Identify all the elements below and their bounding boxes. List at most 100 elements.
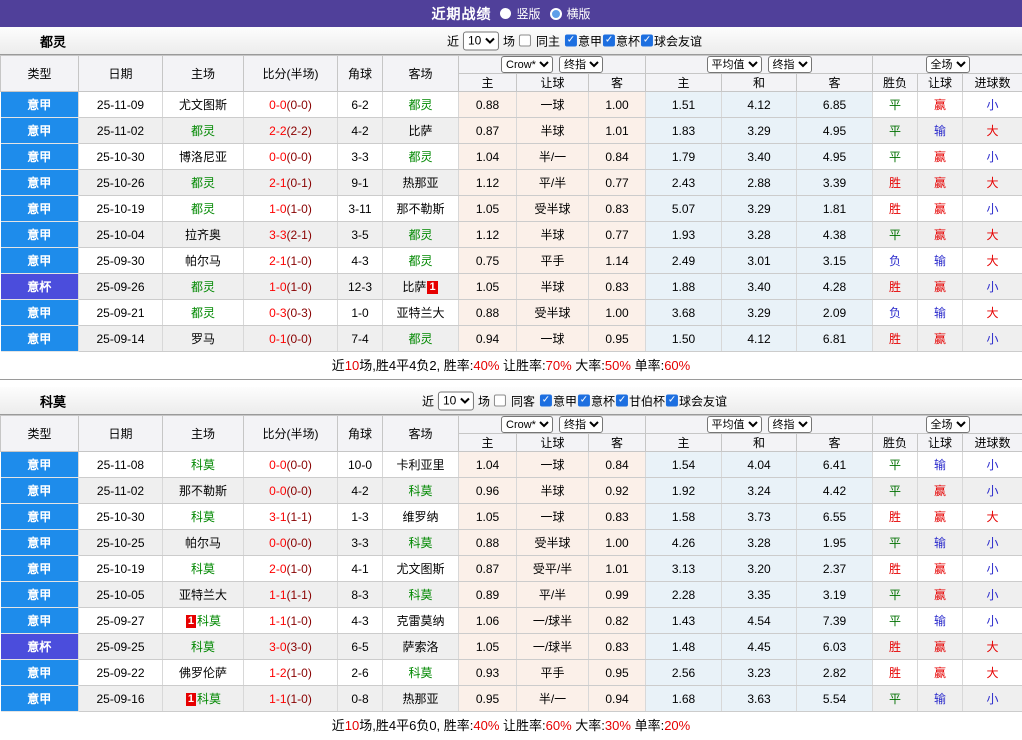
avg-home-cell: 1.51: [646, 92, 722, 118]
competition-checkbox[interactable]: ✓: [540, 395, 552, 407]
away-team-cell: 卡利亚里: [383, 452, 459, 478]
odds-home-cell: 1.12: [459, 170, 517, 196]
score-cell: 1-0(1-0): [244, 196, 338, 222]
avg-home-cell: 1.92: [646, 478, 722, 504]
corner-cell: 4-1: [338, 556, 383, 582]
avg-home-cell: 1.58: [646, 504, 722, 530]
halftime-score: (1-0): [287, 254, 312, 268]
odds-handicap-cell: 一/球半: [517, 634, 589, 660]
team-name-text: 亚特兰大: [179, 588, 227, 602]
odds-source-select[interactable]: Crow*: [501, 416, 553, 433]
match-count-select[interactable]: 10: [438, 391, 474, 410]
competition-label: 甘伯杯: [629, 392, 665, 409]
matches-table-1: 类型 日期 主场 比分(半场) 角球 客场 Crow*终指 平均值终指 全场 主…: [0, 55, 1022, 352]
avg-source-select[interactable]: 平均值: [707, 56, 762, 73]
competition-label: 球会友谊: [654, 32, 702, 49]
avg-final-select[interactable]: 终指: [768, 416, 812, 433]
match-row: 意甲25-10-05亚特兰大1-1(1-1)8-3科莫0.89平/半0.992.…: [1, 582, 1022, 608]
filter-bar: 近 10 场 同主 ✓意甲✓意杯✓球会友谊: [447, 31, 703, 50]
horizontal-view-radio[interactable]: [550, 8, 562, 20]
match-count-select[interactable]: 10: [463, 31, 499, 50]
corner-cell: 9-1: [338, 170, 383, 196]
odds-away-cell: 1.01: [589, 118, 646, 144]
corner-cell: 7-4: [338, 326, 383, 352]
vertical-view-label: 竖版: [516, 5, 540, 22]
team-name-text: 科莫: [191, 458, 215, 472]
score-cell: 3-0(3-0): [244, 634, 338, 660]
same-venue-label: 同主: [536, 32, 560, 49]
halftime-score: (1-1): [287, 588, 312, 602]
competition-checkbox[interactable]: ✓: [565, 35, 577, 47]
competition-type-cell: 意甲: [1, 222, 79, 248]
match-row: 意杯25-09-26都灵1-0(1-0)12-3比萨11.05半球0.831.8…: [1, 274, 1022, 300]
team-name-text: 卡利亚里: [396, 458, 444, 472]
competition-filters: ✓意甲✓意杯✓甘伯杯✓球会友谊: [540, 392, 728, 409]
score-cell: 0-0(0-0): [244, 530, 338, 556]
halftime-score: (1-0): [287, 280, 312, 294]
same-venue-checkbox[interactable]: [519, 35, 531, 47]
odds-handicap-cell: 受半球: [517, 530, 589, 556]
home-team-cell: 科莫: [163, 634, 244, 660]
same-venue-checkbox[interactable]: [494, 395, 506, 407]
odds-source-select[interactable]: Crow*: [501, 56, 553, 73]
odds-home-cell: 1.04: [459, 144, 517, 170]
vertical-view-radio[interactable]: [500, 8, 511, 19]
avg-draw-cell: 3.01: [722, 248, 797, 274]
away-team-cell: 那不勒斯: [383, 196, 459, 222]
result-goals-cell: 大: [963, 660, 1022, 686]
odds-handicap-cell: 平/半: [517, 582, 589, 608]
match-row: 意甲25-09-271科莫1-1(1-0)4-3克雷莫纳1.06一/球半0.82…: [1, 608, 1022, 634]
corner-cell: 0-8: [338, 686, 383, 712]
result-handicap-cell: 赢: [918, 274, 963, 300]
result-outcome-cell: 平: [873, 530, 918, 556]
odds-away-cell: 0.92: [589, 478, 646, 504]
avg-away-cell: 6.41: [797, 452, 873, 478]
odds-home-cell: 0.88: [459, 530, 517, 556]
fulltime-score: 0-0: [269, 98, 286, 112]
fulltime-score: 3-0: [269, 640, 286, 654]
fulltime-score: 3-3: [269, 228, 286, 242]
team-name-text: 都灵: [408, 98, 432, 112]
home-team-cell: 帕尔马: [163, 530, 244, 556]
match-row: 意甲25-10-25帕尔马0-0(0-0)3-3科莫0.88受半球1.004.2…: [1, 530, 1022, 556]
result-handicap-cell: 赢: [918, 92, 963, 118]
odds-handicap-cell: 受平/半: [517, 556, 589, 582]
away-team-cell: 都灵: [383, 326, 459, 352]
avg-final-select[interactable]: 终指: [768, 56, 812, 73]
competition-checkbox[interactable]: ✓: [603, 35, 615, 47]
result-handicap-cell: 赢: [918, 582, 963, 608]
odds-handicap-cell: 半/一: [517, 144, 589, 170]
scope-select[interactable]: 全场: [926, 56, 970, 73]
competition-checkbox[interactable]: ✓: [641, 35, 653, 47]
odds-handicap-cell: 一/球半: [517, 608, 589, 634]
home-team-cell: 都灵: [163, 274, 244, 300]
odds-away-cell: 0.83: [589, 274, 646, 300]
competition-checkbox[interactable]: ✓: [666, 395, 678, 407]
avg-draw-cell: 3.40: [722, 144, 797, 170]
corner-cell: 8-3: [338, 582, 383, 608]
avg-home-cell: 2.43: [646, 170, 722, 196]
date-cell: 25-09-26: [79, 274, 163, 300]
odds-handicap-cell: 半/一: [517, 686, 589, 712]
team-name-text: 都灵: [408, 254, 432, 268]
odds-final-select[interactable]: 终指: [559, 56, 603, 73]
competition-type-cell: 意甲: [1, 144, 79, 170]
avg-away-cell: 4.95: [797, 144, 873, 170]
competition-checkbox[interactable]: ✓: [616, 395, 628, 407]
odds-handicap-cell: 一球: [517, 326, 589, 352]
odds-home-cell: 1.06: [459, 608, 517, 634]
competition-type-cell: 意甲: [1, 170, 79, 196]
result-goals-cell: 小: [963, 196, 1022, 222]
date-cell: 25-11-08: [79, 452, 163, 478]
avg-source-select[interactable]: 平均值: [707, 416, 762, 433]
result-handicap-cell: 赢: [918, 660, 963, 686]
avg-draw-cell: 3.29: [722, 300, 797, 326]
team-name-text: 热那亚: [402, 692, 438, 706]
match-row: 意甲25-09-22佛罗伦萨1-2(1-0)2-6科莫0.93平手0.952.5…: [1, 660, 1022, 686]
odds-handicap-cell: 受半球: [517, 300, 589, 326]
scope-select[interactable]: 全场: [926, 416, 970, 433]
match-row: 意甲25-09-14罗马0-1(0-0)7-4都灵0.94一球0.951.504…: [1, 326, 1022, 352]
competition-checkbox[interactable]: ✓: [578, 395, 590, 407]
odds-final-select[interactable]: 终指: [559, 416, 603, 433]
result-handicap-cell: 输: [918, 248, 963, 274]
